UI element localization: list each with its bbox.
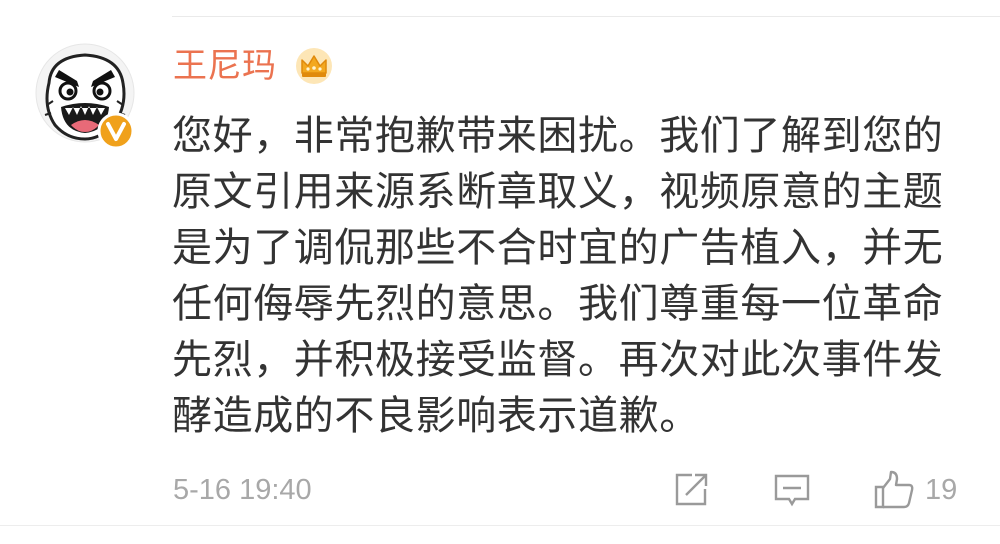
comment-card: 王尼玛 您好，非常抱歉带来困扰。我们了解到您的 原文引用来源系断章取义，视频原意… — [0, 0, 1000, 544]
like-button[interactable]: 19 — [873, 470, 957, 510]
like-count: 19 — [925, 474, 958, 506]
crown-icon — [296, 48, 332, 84]
comment-body: 您好，非常抱歉带来困扰。我们了解到您的 原文引用来源系断章取义，视频原意的主题 … — [172, 108, 962, 444]
comment-body-line: 是为了调侃那些不合时宜的广告植入，并无 — [172, 225, 944, 271]
username[interactable]: 王尼玛 — [173, 40, 277, 92]
verified-v-icon — [97, 112, 135, 150]
share-button[interactable] — [672, 470, 710, 510]
top-divider — [172, 16, 1000, 17]
comment-body-line: 原文引用来源系断章取义，视频原意的主题 — [172, 169, 944, 215]
timestamp: 5-16 19:40 — [173, 474, 312, 506]
comment-body-line: 酵造成的不良影响表示道歉。 — [172, 393, 700, 439]
thumbs-up-icon — [874, 470, 914, 509]
comment-body-line: 您好，非常抱歉带来困扰。我们了解到您的 — [172, 113, 944, 159]
comment-icon — [774, 474, 810, 507]
comment-button[interactable] — [772, 470, 812, 510]
comment-body-line: 先烈，并积极接受监督。再次对此次事件发 — [172, 337, 944, 383]
bottom-divider — [0, 525, 1000, 526]
comment-body-line: 任何侮辱先烈的意思。我们尊重每一位革命 — [172, 281, 944, 327]
member-crown-badge[interactable] — [294, 46, 334, 86]
verified-badge — [97, 112, 135, 150]
share-icon — [675, 473, 708, 506]
